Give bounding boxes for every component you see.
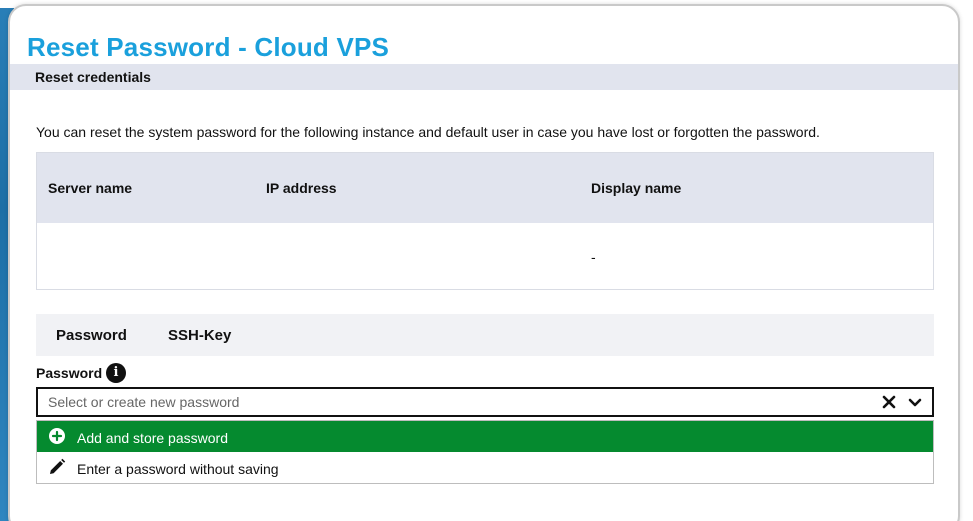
tab-ssh-key[interactable]: SSH-Key (168, 327, 231, 344)
chevron-down-icon[interactable] (906, 393, 924, 411)
password-field-label: Password (36, 365, 103, 381)
pencil-icon (50, 458, 66, 474)
close-icon[interactable] (880, 393, 898, 411)
table-header-row: Server name IP address Display name (37, 153, 933, 223)
cell-display-name: - (591, 249, 596, 265)
option-label: Add and store password (77, 430, 228, 446)
column-header-display-name: Display name (591, 180, 682, 196)
instance-table: Server name IP address Display name - (36, 152, 934, 290)
password-options-dropdown: Add and store password Enter a password … (36, 420, 934, 484)
reset-password-modal: Reset Password - Cloud VPS Reset credent… (8, 4, 960, 521)
column-header-server-name: Server name (48, 180, 133, 196)
password-select-input[interactable] (48, 391, 868, 413)
option-add-and-store-password[interactable]: Add and store password (37, 421, 933, 452)
option-label: Enter a password without saving (77, 461, 279, 477)
section-heading: Reset credentials (35, 69, 151, 85)
password-select[interactable] (36, 387, 934, 417)
section-header-bar: Reset credentials (10, 64, 958, 90)
plus-circle-icon (49, 428, 65, 444)
intro-text: You can reset the system password for th… (36, 124, 820, 140)
column-header-ip-address: IP address (266, 180, 337, 196)
credential-tabs: Password SSH-Key (36, 314, 934, 356)
info-icon[interactable]: i (106, 363, 126, 383)
tab-password[interactable]: Password (56, 327, 127, 344)
modal-title: Reset Password - Cloud VPS (27, 32, 390, 62)
option-enter-password-without-saving[interactable]: Enter a password without saving (37, 452, 933, 483)
